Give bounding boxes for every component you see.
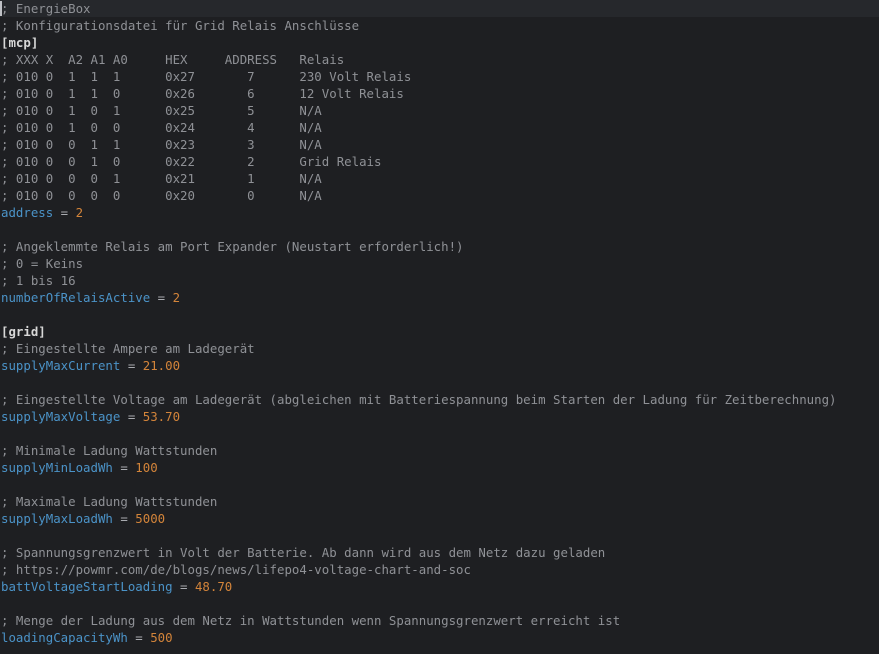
- code-line[interactable]: ; 010 0 1 0 1 0x25 5 N/A: [0, 102, 879, 119]
- code-line[interactable]: ; XXX X A2 A1 A0 HEX ADDRESS Relais: [0, 51, 879, 68]
- code-line[interactable]: ; Spannungsgrenzwert in Volt der Batteri…: [0, 544, 879, 561]
- section-header: [grid]: [1, 324, 46, 339]
- comment-text: ; EnergieBox: [1, 1, 91, 16]
- code-line[interactable]: ; 010 0 1 0 0 0x24 4 N/A: [0, 119, 879, 136]
- config-line-supplyMaxCurrent[interactable]: supplyMaxCurrent = 21.00: [0, 357, 879, 374]
- config-value: 21.00: [142, 358, 181, 373]
- code-line[interactable]: ; 1 bis 16: [0, 272, 879, 289]
- code-line[interactable]: [0, 476, 879, 493]
- config-key: supplyMaxVoltage: [1, 409, 121, 424]
- config-key: battVoltageStartLoading: [1, 579, 173, 594]
- config-key: supplyMaxCurrent: [1, 358, 121, 373]
- config-line-address[interactable]: address = 2: [0, 204, 879, 221]
- code-line[interactable]: ; 010 0 0 1 1 0x23 3 N/A: [0, 136, 879, 153]
- code-line[interactable]: [grid]: [0, 323, 879, 340]
- code-line[interactable]: ; https://powmr.com/de/blogs/news/lifepo…: [0, 561, 879, 578]
- assignment-operator: =: [112, 511, 136, 526]
- config-value: 48.70: [194, 579, 233, 594]
- comment-text: ; Eingestellte Voltage am Ladegerät (abg…: [1, 392, 837, 407]
- config-line-supplyMinLoadWh[interactable]: supplyMinLoadWh = 100: [0, 459, 879, 476]
- config-key: loadingCapacityWh: [1, 630, 128, 645]
- code-line[interactable]: ; Menge der Ladung aus dem Netz in Watts…: [0, 612, 879, 629]
- code-line[interactable]: ; 010 0 0 1 0 0x22 2 Grid Relais: [0, 153, 879, 170]
- config-value: 5000: [135, 511, 166, 526]
- comment-text: ; Eingestellte Ampere am Ladegerät: [1, 341, 255, 356]
- config-line-numberOfRelaisActive[interactable]: numberOfRelaisActive = 2: [0, 289, 879, 306]
- code-line[interactable]: ; 010 0 1 1 0 0x26 6 12 Volt Relais: [0, 85, 879, 102]
- comment-text: ; 010 0 0 1 0 0x22 2 Grid Relais: [1, 154, 382, 169]
- comment-text: ; 010 0 0 1 1 0x23 3 N/A: [1, 137, 322, 152]
- assignment-operator: =: [120, 409, 143, 424]
- text-cursor: [0, 1, 2, 16]
- config-key: supplyMinLoadWh: [1, 460, 113, 475]
- code-line[interactable]: ; Eingestellte Ampere am Ladegerät: [0, 340, 879, 357]
- comment-text: ; 0 = Keins: [1, 256, 84, 271]
- code-line[interactable]: ; Minimale Ladung Wattstunden: [0, 442, 879, 459]
- assignment-operator: =: [127, 630, 151, 645]
- comment-text: ; 1 bis 16: [1, 273, 76, 288]
- config-key: numberOfRelaisActive: [1, 290, 151, 305]
- code-line[interactable]: ; 010 0 1 1 1 0x27 7 230 Volt Relais: [0, 68, 879, 85]
- config-value: 500: [150, 630, 173, 645]
- comment-text: ; 010 0 0 0 1 0x21 1 N/A: [1, 171, 322, 186]
- assignment-operator: =: [112, 460, 136, 475]
- comment-text: ; XXX X A2 A1 A0 HEX ADDRESS Relais: [1, 52, 345, 67]
- section-header: [mcp]: [1, 35, 39, 50]
- comment-text: ; 010 0 1 1 0 0x26 6 12 Volt Relais: [1, 86, 404, 101]
- code-line[interactable]: [0, 306, 879, 323]
- code-line[interactable]: ; Eingestellte Voltage am Ladegerät (abg…: [0, 391, 879, 408]
- config-value: 100: [135, 460, 158, 475]
- comment-text: ; Minimale Ladung Wattstunden: [1, 443, 218, 458]
- code-line[interactable]: [0, 374, 879, 391]
- code-line[interactable]: ; 010 0 0 0 0 0x20 0 N/A: [0, 187, 879, 204]
- config-line-supplyMaxVoltage[interactable]: supplyMaxVoltage = 53.70: [0, 408, 879, 425]
- assignment-operator: =: [120, 358, 143, 373]
- assignment-operator: =: [172, 579, 195, 594]
- code-line[interactable]: ; 010 0 0 0 1 0x21 1 N/A: [0, 170, 879, 187]
- code-line[interactable]: ; 0 = Keins: [0, 255, 879, 272]
- comment-text: ; Maximale Ladung Wattstunden: [1, 494, 218, 509]
- comment-text: ; 010 0 1 0 0 0x24 4 N/A: [1, 120, 322, 135]
- assignment-operator: =: [150, 290, 173, 305]
- config-line-battVoltageStartLoading[interactable]: battVoltageStartLoading = 48.70: [0, 578, 879, 595]
- comment-text: ; 010 0 1 1 1 0x27 7 230 Volt Relais: [1, 69, 412, 84]
- code-line[interactable]: ; Angeklemmte Relais am Port Expander (N…: [0, 238, 879, 255]
- assignment-operator: =: [53, 205, 76, 220]
- code-line[interactable]: ; EnergieBox: [0, 0, 879, 17]
- config-value: 2: [75, 205, 84, 220]
- config-value: 2: [172, 290, 181, 305]
- config-line-loadingCapacityWh[interactable]: loadingCapacityWh = 500: [0, 629, 879, 646]
- config-key: address: [1, 205, 54, 220]
- comment-text: ; https://powmr.com/de/blogs/news/lifepo…: [1, 562, 471, 577]
- code-editor[interactable]: ; EnergieBox ; Konfigurationsdatei für Gr…: [0, 0, 879, 654]
- comment-text: ; Spannungsgrenzwert in Volt der Batteri…: [1, 545, 606, 560]
- code-line[interactable]: [0, 425, 879, 442]
- config-key: supplyMaxLoadWh: [1, 511, 113, 526]
- code-line[interactable]: [0, 221, 879, 238]
- code-line[interactable]: [mcp]: [0, 34, 879, 51]
- config-line-supplyMaxLoadWh[interactable]: supplyMaxLoadWh = 5000: [0, 510, 879, 527]
- comment-text: ; Konfigurationsdatei für Grid Relais An…: [1, 18, 360, 33]
- code-line[interactable]: ; Maximale Ladung Wattstunden: [0, 493, 879, 510]
- code-line[interactable]: [0, 527, 879, 544]
- comment-text: ; 010 0 0 0 0 0x20 0 N/A: [1, 188, 322, 203]
- config-value: 53.70: [142, 409, 181, 424]
- comment-text: ; Angeklemmte Relais am Port Expander (N…: [1, 239, 464, 254]
- comment-text: ; Menge der Ladung aus dem Netz in Watts…: [1, 613, 621, 628]
- code-line[interactable]: ; Konfigurationsdatei für Grid Relais An…: [0, 17, 879, 34]
- comment-text: ; 010 0 1 0 1 0x25 5 N/A: [1, 103, 322, 118]
- code-line[interactable]: [0, 595, 879, 612]
